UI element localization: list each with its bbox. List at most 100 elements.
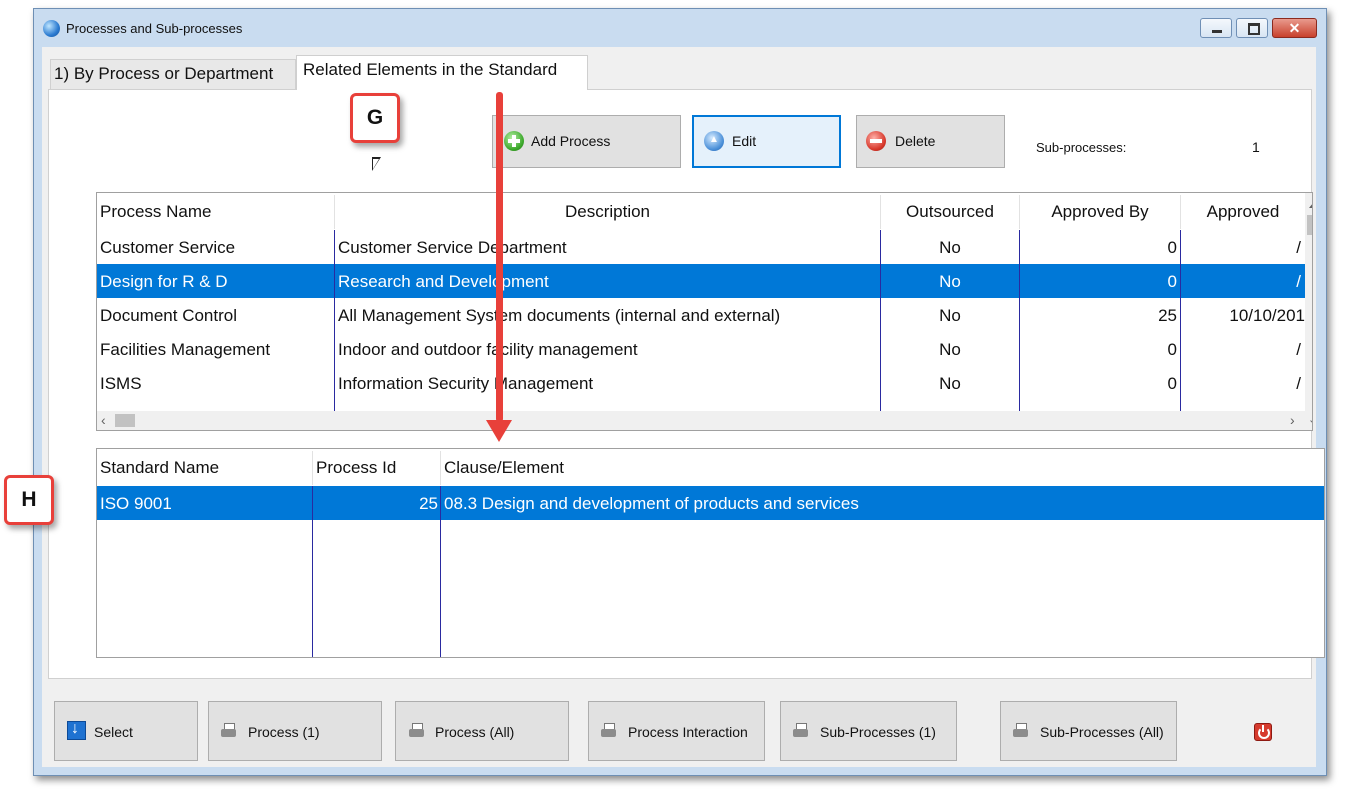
add-process-button[interactable]: Add Process (492, 115, 681, 168)
cell-description: Customer Service Department (338, 238, 567, 257)
print-process-interaction-button[interactable]: Process Interaction (588, 701, 765, 761)
column-header-process-name[interactable]: Process Name (100, 202, 330, 222)
print-process-all-label: Process (All) (435, 724, 515, 740)
scroll-up-icon[interactable] (1305, 193, 1312, 210)
add-icon (504, 131, 524, 151)
scroll-left-icon[interactable]: ‹ (101, 412, 106, 428)
column-divider (334, 230, 335, 411)
subprocesses-label: Sub-processes: (1036, 140, 1127, 155)
subprocesses-count: 1 (1252, 139, 1260, 155)
cell-outsourced: No (939, 306, 961, 325)
cell-approved-by: 0 (1167, 374, 1177, 393)
cell-approved: / (1296, 272, 1301, 291)
process-grid[interactable]: Process Name Description Outsourced Appr… (96, 192, 1313, 431)
cell-description: Information Security Management (338, 374, 594, 393)
minimize-button[interactable] (1200, 18, 1232, 38)
printer-icon (601, 723, 617, 739)
print-process-interaction-label: Process Interaction (628, 724, 748, 740)
annotation-arrow-head (486, 420, 512, 442)
cell-approved: / (1296, 340, 1301, 359)
close-icon: ✕ (1288, 20, 1301, 36)
cell-description: Indoor and outdoor facility management (338, 340, 638, 359)
delete-button[interactable]: Delete (856, 115, 1005, 168)
edit-button[interactable]: Edit (692, 115, 841, 168)
tab-related-elements[interactable]: Related Elements in the Standard (296, 55, 588, 90)
select-icon (67, 720, 86, 740)
cell-clause-element: 08.3 Design and development of products … (444, 494, 859, 513)
annotation-arrow (496, 92, 503, 422)
column-divider (440, 486, 441, 657)
cell-outsourced: No (939, 340, 961, 359)
cell-process-name: Document Control (100, 306, 238, 325)
maximize-button[interactable] (1236, 18, 1268, 38)
cell-approved: 10/10/201 (1229, 306, 1305, 325)
cell-approved-by: 0 (1167, 272, 1177, 291)
header-separator (334, 195, 335, 229)
tab-by-process[interactable]: 1) By Process or Department (50, 59, 296, 89)
column-header-description[interactable]: Description (335, 202, 880, 222)
print-subprocesses-one-button[interactable]: Sub-Processes (1) (780, 701, 957, 761)
delete-label: Delete (895, 133, 936, 149)
cell-approved-by: 25 (1158, 306, 1177, 325)
select-button[interactable]: Select (54, 701, 198, 761)
header-separator (1180, 195, 1181, 229)
edit-icon (704, 131, 724, 151)
delete-icon (866, 131, 886, 151)
print-process-all-button[interactable]: Process (All) (395, 701, 569, 761)
header-separator (312, 451, 313, 485)
column-header-approved-by[interactable]: Approved By (1020, 202, 1180, 222)
callout-g: G (350, 93, 400, 143)
cell-process-id: 25 (419, 494, 438, 513)
print-process-one-button[interactable]: Process (1) (208, 701, 382, 761)
standard-grid[interactable]: Standard Name Process Id Clause/Element … (96, 448, 1325, 658)
print-process-one-label: Process (1) (248, 724, 320, 740)
horizontal-scroll-thumb[interactable] (115, 414, 135, 427)
cell-process-name: ISMS (100, 374, 142, 393)
power-icon[interactable] (1254, 723, 1272, 741)
column-header-clause-element[interactable]: Clause/Element (444, 458, 1044, 478)
printer-icon (793, 723, 809, 739)
printer-icon (1013, 723, 1029, 739)
column-divider (312, 486, 313, 657)
print-subprocesses-one-label: Sub-Processes (1) (820, 724, 936, 740)
column-header-approved[interactable]: Approved (1181, 202, 1305, 222)
cell-approved: / (1296, 374, 1301, 393)
print-subprocesses-all-button[interactable]: Sub-Processes (All) (1000, 701, 1177, 761)
cell-process-name: Design for R & D (100, 272, 228, 291)
vertical-scrollbar[interactable]: ⌄ (1305, 193, 1312, 430)
printer-icon (409, 723, 425, 739)
cell-standard-name: ISO 9001 (100, 494, 172, 513)
cell-process-name: Facilities Management (100, 340, 271, 359)
header-separator (1019, 195, 1020, 229)
column-header-process-id[interactable]: Process Id (316, 458, 438, 478)
client-area: 1) By Process or Department Related Elem… (42, 47, 1325, 767)
cell-description: All Management System documents (interna… (338, 306, 781, 325)
cell-approved: / (1296, 238, 1301, 257)
scroll-down-icon[interactable]: ⌄ (1308, 413, 1312, 426)
cell-process-name: Customer Service (100, 238, 236, 257)
callout-h: H (4, 475, 54, 525)
close-window-button[interactable]: ✕ (1272, 18, 1317, 38)
cell-outsourced: No (939, 272, 961, 291)
column-header-standard-name[interactable]: Standard Name (100, 458, 310, 478)
cell-outsourced: No (939, 238, 961, 257)
mouse-cursor-icon (372, 157, 381, 171)
select-label: Select (94, 724, 133, 740)
add-process-label: Add Process (531, 133, 611, 149)
column-header-outsourced[interactable]: Outsourced (881, 202, 1019, 222)
cell-outsourced: No (939, 374, 961, 393)
print-subprocesses-all-label: Sub-Processes (All) (1040, 724, 1164, 740)
printer-icon (221, 723, 237, 739)
window-title: Processes and Sub-processes (66, 21, 243, 36)
cell-description: Research and Development (338, 272, 549, 291)
window: Processes and Sub-processes ✕ 1) By Proc… (33, 8, 1327, 776)
header-separator (440, 451, 441, 485)
cell-approved-by: 0 (1167, 340, 1177, 359)
scroll-right-icon[interactable]: › (1290, 412, 1295, 428)
vertical-scroll-thumb[interactable] (1307, 215, 1312, 235)
cell-approved-by: 0 (1167, 238, 1177, 257)
title-bar[interactable]: Processes and Sub-processes ✕ (34, 9, 1326, 47)
horizontal-scrollbar[interactable]: ‹ › (97, 411, 1305, 430)
header-separator (880, 195, 881, 229)
app-globe-icon (43, 20, 60, 37)
